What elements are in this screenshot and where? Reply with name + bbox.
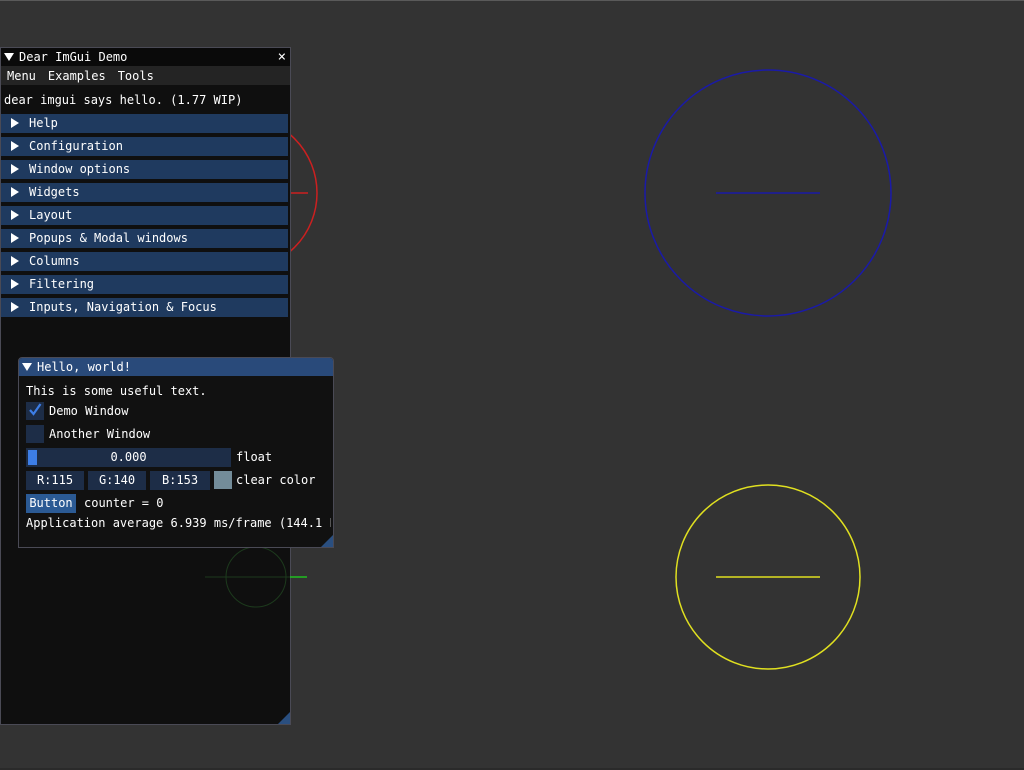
header-inputs-navigation[interactable]: Inputs, Navigation & Focus bbox=[1, 298, 288, 317]
demo-window-title: Dear ImGui Demo bbox=[19, 50, 128, 64]
header-window-options[interactable]: Window options bbox=[1, 160, 288, 179]
header-label: Inputs, Navigation & Focus bbox=[29, 300, 217, 314]
float-slider-value: 0.000 bbox=[110, 450, 147, 464]
menu-item-menu[interactable]: Menu bbox=[1, 69, 42, 83]
header-widgets[interactable]: Widgets bbox=[1, 183, 288, 202]
header-columns[interactable]: Columns bbox=[1, 252, 288, 271]
header-layout[interactable]: Layout bbox=[1, 206, 288, 225]
expand-arrow-icon bbox=[11, 256, 19, 266]
color-swatch[interactable] bbox=[214, 471, 232, 489]
header-label: Layout bbox=[29, 208, 73, 222]
hello-window-titlebar[interactable]: Hello, world! bbox=[19, 358, 333, 376]
expand-arrow-icon bbox=[11, 118, 19, 128]
another-window-checkbox[interactable] bbox=[26, 425, 44, 443]
checkmark-icon bbox=[29, 403, 42, 416]
resize-grip[interactable] bbox=[321, 535, 333, 547]
header-label: Help bbox=[29, 116, 58, 130]
collapse-arrow-icon[interactable] bbox=[4, 53, 14, 61]
hello-window[interactable]: Hello, world! This is some useful text. … bbox=[18, 357, 334, 548]
color-g-value: G:140 bbox=[98, 473, 136, 487]
counter-text: counter = 0 bbox=[84, 496, 164, 510]
color-r-field[interactable]: R:115 bbox=[26, 471, 84, 490]
expand-arrow-icon bbox=[11, 302, 19, 312]
expand-arrow-icon bbox=[11, 164, 19, 174]
hello-text: dear imgui says hello. (1.77 WIP) bbox=[4, 93, 243, 107]
color-b-field[interactable]: B:153 bbox=[150, 471, 210, 490]
header-label: Columns bbox=[29, 254, 80, 268]
expand-arrow-icon bbox=[11, 210, 19, 220]
header-help[interactable]: Help bbox=[1, 114, 288, 133]
increment-button[interactable]: Button bbox=[26, 494, 76, 513]
header-configuration[interactable]: Configuration bbox=[1, 137, 288, 156]
header-label: Configuration bbox=[29, 139, 123, 153]
demo-window-titlebar[interactable]: Dear ImGui Demo × bbox=[1, 48, 290, 66]
expand-arrow-icon bbox=[11, 233, 19, 243]
expand-arrow-icon bbox=[11, 187, 19, 197]
resize-grip[interactable] bbox=[278, 712, 290, 724]
float-slider-label: float bbox=[236, 450, 273, 464]
header-filtering[interactable]: Filtering bbox=[1, 275, 288, 294]
perf-text: Application average 6.939 ms/frame (144.… bbox=[26, 516, 331, 530]
header-label: Window options bbox=[29, 162, 131, 176]
header-label: Widgets bbox=[29, 185, 80, 199]
button-label: Button bbox=[29, 496, 73, 510]
color-label: clear color bbox=[236, 473, 316, 487]
header-popups[interactable]: Popups & Modal windows bbox=[1, 229, 288, 248]
collapse-arrow-icon[interactable] bbox=[22, 363, 32, 371]
color-b-value: B:153 bbox=[161, 473, 199, 487]
header-label: Filtering bbox=[29, 277, 95, 291]
demo-window-checkbox[interactable] bbox=[26, 402, 44, 420]
color-r-value: R:115 bbox=[36, 473, 74, 487]
demo-window-checkbox-label: Demo Window bbox=[49, 404, 129, 418]
another-window-checkbox-label: Another Window bbox=[49, 427, 151, 441]
float-slider[interactable]: 0.000 bbox=[26, 448, 231, 467]
hello-window-title: Hello, world! bbox=[37, 360, 131, 374]
close-icon[interactable]: × bbox=[278, 48, 286, 66]
header-label: Popups & Modal windows bbox=[29, 231, 188, 245]
expand-arrow-icon bbox=[11, 141, 19, 151]
useful-text: This is some useful text. bbox=[26, 384, 207, 398]
color-g-field[interactable]: G:140 bbox=[88, 471, 146, 490]
expand-arrow-icon bbox=[11, 279, 19, 289]
menu-item-examples[interactable]: Examples bbox=[42, 69, 112, 83]
menu-item-tools[interactable]: Tools bbox=[112, 69, 160, 83]
menu-bar: Menu Examples Tools bbox=[1, 66, 290, 85]
